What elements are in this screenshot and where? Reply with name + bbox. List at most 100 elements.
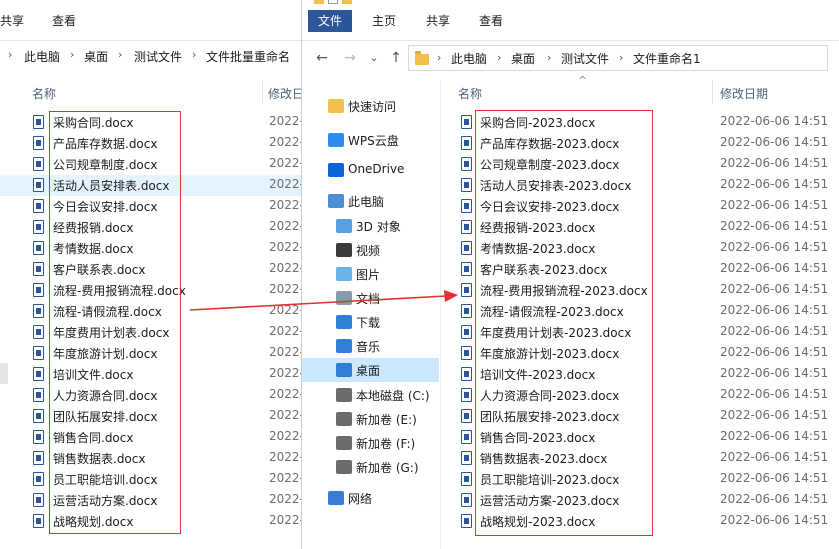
nav-item[interactable]: 文档 — [302, 286, 439, 310]
col-date[interactable]: 修改日期 — [720, 85, 768, 102]
back-file-row[interactable]: 年度旅游计划.docx 2022- — [0, 343, 303, 364]
forward-arrow-icon[interactable]: → — [342, 50, 358, 66]
address-bar[interactable]: › 此电脑 › 桌面 › 测试文件 › 文件重命名1 — [408, 45, 828, 71]
back-col-separator[interactable] — [262, 80, 263, 104]
back-file-name: 流程-费用报销流程.docx — [53, 284, 186, 298]
crumb-desktop[interactable]: 桌面 — [511, 50, 535, 67]
back-file-row[interactable]: 培训文件.docx 2022- — [0, 364, 303, 385]
file-row[interactable]: 流程-费用报销流程-2023.docx 2022-06-06 14:51 — [442, 280, 839, 301]
file-row[interactable]: 运营活动方案-2023.docx 2022-06-06 14:51 — [442, 490, 839, 511]
back-arrow-icon[interactable]: ← — [314, 50, 330, 66]
properties-icon[interactable] — [328, 0, 338, 4]
nav-item[interactable]: 下载 — [302, 310, 439, 334]
file-row[interactable]: 经费报销-2023.docx 2022-06-06 14:51 — [442, 217, 839, 238]
back-file-row[interactable]: 活动人员安排表.docx 2022- — [0, 175, 303, 196]
up-arrow-icon[interactable]: ↑ — [388, 50, 404, 66]
crumb-folder[interactable]: 文件重命名1 — [633, 50, 701, 67]
file-row[interactable]: 团队拓展安排-2023.docx 2022-06-06 14:51 — [442, 406, 839, 427]
crumb-test[interactable]: 测试文件 — [561, 50, 609, 67]
back-file-row[interactable]: 运营活动方案.docx 2022- — [0, 490, 303, 511]
nav-item[interactable]: 新加卷 (F:) — [302, 431, 439, 455]
file-row[interactable]: 战略规划-2023.docx 2022-06-06 14:51 — [442, 511, 839, 532]
back-file-row[interactable]: 今日会议安排.docx 2022- — [0, 196, 303, 217]
nav-item[interactable]: 3D 对象 — [302, 214, 439, 238]
cloud-icon — [328, 133, 344, 147]
back-file-name: 公司规章制度.docx — [53, 158, 158, 172]
back-file-row[interactable]: 考情数据.docx 2022- — [0, 238, 303, 259]
nav-item[interactable]: 网络 — [302, 486, 439, 510]
col-separator[interactable] — [712, 80, 713, 104]
back-crumb-folder[interactable]: 文件批量重命名 — [206, 48, 290, 65]
back-file-row[interactable]: 年度费用计划表.docx 2022- — [0, 322, 303, 343]
nav-item[interactable]: 本地磁盘 (C:) — [302, 383, 439, 407]
nav-item[interactable]: 桌面 — [302, 358, 439, 382]
recent-locations-icon[interactable]: ⌄ — [366, 50, 382, 66]
back-address-bar[interactable]: › 此电脑 › 桌面 › 测试文件 › 文件批量重命名 — [0, 41, 303, 75]
back-crumb-pc[interactable]: 此电脑 — [24, 48, 60, 65]
back-file-row[interactable]: 流程-请假流程.docx 2022- — [0, 301, 303, 322]
back-crumb-test[interactable]: 测试文件 — [134, 48, 182, 65]
back-file-row[interactable]: 员工职能培训.docx 2022- — [0, 469, 303, 490]
nav-item[interactable]: 快速访问 — [302, 94, 439, 118]
back-file-row[interactable]: 人力资源合同.docx 2022- — [0, 385, 303, 406]
word-doc-icon — [461, 346, 472, 360]
back-file-row[interactable]: 销售合同.docx 2022- — [0, 427, 303, 448]
documents-icon — [336, 291, 352, 305]
back-file-name: 战略规划.docx — [53, 515, 134, 529]
crumb-pc[interactable]: 此电脑 — [451, 50, 487, 67]
back-file-row[interactable]: 流程-费用报销流程.docx 2022- — [0, 280, 303, 301]
back-file-name: 考情数据.docx — [53, 242, 134, 256]
back-crumb-desktop[interactable]: 桌面 — [84, 48, 108, 65]
file-row[interactable]: 今日会议安排-2023.docx 2022-06-06 14:51 — [442, 196, 839, 217]
file-row[interactable]: 人力资源合同-2023.docx 2022-06-06 14:51 — [442, 385, 839, 406]
back-file-row[interactable]: 公司规章制度.docx 2022- — [0, 154, 303, 175]
file-row[interactable]: 产品库存数据-2023.docx 2022-06-06 14:51 — [442, 133, 839, 154]
file-row[interactable]: 客户联系表-2023.docx 2022-06-06 14:51 — [442, 259, 839, 280]
back-tab-view[interactable]: 查看 — [52, 10, 76, 32]
new-folder-icon[interactable] — [342, 0, 352, 4]
file-row[interactable]: 考情数据-2023.docx 2022-06-06 14:51 — [442, 238, 839, 259]
tab-view[interactable]: 查看 — [479, 10, 503, 32]
file-name: 采购合同-2023.docx — [480, 116, 596, 130]
nav-item[interactable]: 新加卷 (E:) — [302, 407, 439, 431]
file-row[interactable]: 活动人员安排表-2023.docx 2022-06-06 14:51 — [442, 175, 839, 196]
tab-share[interactable]: 共享 — [426, 10, 450, 32]
back-file-date: 2022- — [269, 135, 303, 149]
back-tab-share[interactable]: 共享 — [0, 10, 24, 32]
back-file-row[interactable]: 经费报销.docx 2022- — [0, 217, 303, 238]
nav-item[interactable]: 新加卷 (G:) — [302, 455, 439, 479]
file-row[interactable]: 年度旅游计划-2023.docx 2022-06-06 14:51 — [442, 343, 839, 364]
file-name: 团队拓展安排-2023.docx — [480, 410, 620, 424]
nav-pane-divider[interactable] — [440, 80, 441, 549]
tab-home[interactable]: 主页 — [372, 10, 396, 32]
file-row[interactable]: 公司规章制度-2023.docx 2022-06-06 14:51 — [442, 154, 839, 175]
file-row[interactable]: 采购合同-2023.docx 2022-06-06 14:51 — [442, 112, 839, 133]
nav-item[interactable]: 此电脑 — [302, 189, 439, 213]
video-icon — [336, 243, 352, 257]
nav-item[interactable]: 图片 — [302, 262, 439, 286]
file-row[interactable]: 销售合同-2023.docx 2022-06-06 14:51 — [442, 427, 839, 448]
tab-file[interactable]: 文件 — [308, 10, 353, 32]
file-row[interactable]: 年度费用计划表-2023.docx 2022-06-06 14:51 — [442, 322, 839, 343]
nav-item[interactable]: 音乐 — [302, 334, 439, 358]
back-col-date[interactable]: 修改日 — [268, 85, 303, 102]
back-file-row[interactable]: 产品库存数据.docx 2022- — [0, 133, 303, 154]
nav-item-label: 快速访问 — [348, 100, 397, 114]
file-row[interactable]: 流程-请假流程-2023.docx 2022-06-06 14:51 — [442, 301, 839, 322]
back-file-date: 2022- — [269, 282, 303, 296]
back-file-row[interactable]: 采购合同.docx 2022- — [0, 112, 303, 133]
col-name[interactable]: 名称 — [458, 85, 482, 102]
nav-item[interactable]: WPS云盘 — [302, 128, 439, 152]
file-row[interactable]: 销售数据表-2023.docx 2022-06-06 14:51 — [442, 448, 839, 469]
back-col-name[interactable]: 名称 — [32, 85, 56, 102]
back-file-row[interactable]: 团队拓展安排.docx 2022- — [0, 406, 303, 427]
back-file-row[interactable]: 客户联系表.docx 2022- — [0, 259, 303, 280]
nav-item[interactable]: 视频 — [302, 238, 439, 262]
back-file-row[interactable]: 销售数据表.docx 2022- — [0, 448, 303, 469]
file-row[interactable]: 培训文件-2023.docx 2022-06-06 14:51 — [442, 364, 839, 385]
file-row[interactable]: 员工职能培训-2023.docx 2022-06-06 14:51 — [442, 469, 839, 490]
drive-c-icon — [336, 388, 352, 402]
nav-item[interactable]: OneDrive — [302, 158, 439, 182]
back-file-row[interactable]: 战略规划.docx 2022- — [0, 511, 303, 532]
sort-ascending-icon: ^ — [578, 74, 588, 87]
